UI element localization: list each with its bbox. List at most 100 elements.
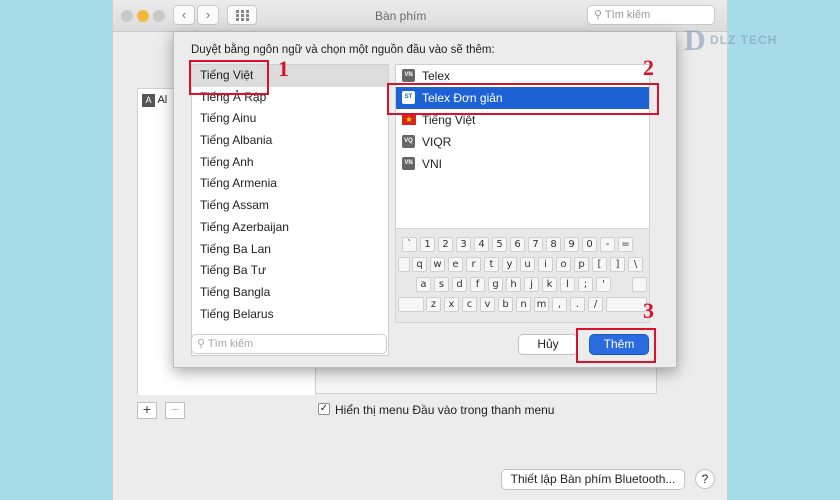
search-icon: ⚲ xyxy=(197,338,206,350)
vietnam-flag-icon: ★ xyxy=(402,114,416,125)
key: u xyxy=(520,257,535,272)
cancel-button[interactable]: Hủy xyxy=(518,334,578,355)
key: k xyxy=(542,277,557,292)
key: i xyxy=(538,257,553,272)
key: b xyxy=(498,297,513,312)
step1-marker: 1 xyxy=(278,56,289,81)
language-item[interactable]: Tiếng Ainu xyxy=(192,108,388,130)
key: 9 xyxy=(564,237,579,252)
key: 7 xyxy=(528,237,543,252)
key: e xyxy=(448,257,463,272)
input-source-label: VIQR xyxy=(422,135,452,149)
key: 8 xyxy=(546,237,561,252)
close-window-button[interactable] xyxy=(121,10,133,22)
step2-highlight xyxy=(387,83,659,115)
key: / xyxy=(588,297,603,312)
tab-key xyxy=(398,257,410,272)
viqr-icon: VQ xyxy=(402,135,415,148)
return-key xyxy=(632,277,647,292)
language-search-placeholder: Tìm kiếm xyxy=(207,338,254,350)
key: c xyxy=(462,297,477,312)
language-item[interactable]: Tiếng Belarus xyxy=(192,304,388,326)
language-item[interactable]: Tiếng Albania xyxy=(192,130,388,152)
language-item[interactable]: Tiếng Anh xyxy=(192,152,388,174)
help-button[interactable]: ? xyxy=(695,469,715,489)
key: q xyxy=(412,257,427,272)
key: x xyxy=(444,297,459,312)
language-item[interactable]: Tiếng Ba Lan xyxy=(192,239,388,261)
bluetooth-keyboard-button[interactable]: Thiết lập Bàn phím Bluetooth... xyxy=(501,469,685,490)
watermark-letter: D xyxy=(684,24,706,57)
key: s xyxy=(434,277,449,292)
dlz-tech-watermark: D DLZ TECH xyxy=(682,24,796,58)
key: n xyxy=(516,297,531,312)
key: v xyxy=(480,297,495,312)
key: \ xyxy=(628,257,643,272)
key: j xyxy=(524,277,539,292)
remove-source-button[interactable]: − xyxy=(165,402,185,419)
watermark-text: DLZ TECH xyxy=(710,33,778,47)
keyboard-preview: ` 1 2 3 4 5 6 7 8 9 0 - = q w e r t y u … xyxy=(395,228,650,323)
key: d xyxy=(452,277,467,292)
input-source-item[interactable]: VN VNI xyxy=(396,153,649,175)
key: 5 xyxy=(492,237,507,252)
window-search-field[interactable]: ⚲ Tìm kiếm xyxy=(587,5,715,25)
key: z xyxy=(426,297,441,312)
key: y xyxy=(502,257,517,272)
language-item[interactable]: Tiếng Ba Tư xyxy=(192,260,388,282)
add-source-button[interactable]: + xyxy=(137,402,157,419)
minimize-window-button[interactable] xyxy=(137,10,149,22)
telex-icon: VN xyxy=(402,69,415,82)
key: g xyxy=(488,277,503,292)
language-list[interactable]: Tiếng Việt Tiếng Ả Rập Tiếng Ainu Tiếng … xyxy=(191,64,389,356)
key: t xyxy=(484,257,499,272)
right-shift-key xyxy=(606,297,647,312)
vni-icon: VN xyxy=(402,157,415,170)
language-search-field[interactable]: ⚲ Tìm kiếm xyxy=(191,334,387,354)
key: m xyxy=(534,297,549,312)
key: 4 xyxy=(474,237,489,252)
key: l xyxy=(560,277,575,292)
key: p xyxy=(574,257,589,272)
window-search-placeholder: Tìm kiếm xyxy=(604,9,651,21)
step3-highlight xyxy=(576,328,656,363)
language-item[interactable]: Tiếng Bangla xyxy=(192,282,388,304)
key: 1 xyxy=(420,237,435,252)
step1-highlight xyxy=(189,60,269,95)
title-bar: ‹ › Bàn phím ⚲ Tìm kiếm xyxy=(113,0,727,32)
input-source-label: VNI xyxy=(422,157,443,171)
key: ] xyxy=(610,257,625,272)
window-title: Bàn phím xyxy=(375,9,427,23)
key: 6 xyxy=(510,237,525,252)
letter-a-icon: A xyxy=(142,94,155,107)
forward-button[interactable]: › xyxy=(197,5,219,25)
key: 2 xyxy=(438,237,453,252)
key: 0 xyxy=(582,237,597,252)
language-item[interactable]: Tiếng Armenia xyxy=(192,173,388,195)
panel-item-label: Al xyxy=(157,94,168,106)
key: o xyxy=(556,257,571,272)
step2-marker: 2 xyxy=(643,55,654,80)
left-shift-key xyxy=(398,297,424,312)
language-item[interactable]: Tiếng Azerbaijan xyxy=(192,217,388,239)
key: ' xyxy=(596,277,611,292)
show-input-menu-checkbox[interactable]: ✓ xyxy=(318,403,330,415)
sheet-prompt: Duyệt bằng ngôn ngữ và chọn một nguồn đầ… xyxy=(191,44,495,56)
key: r xyxy=(466,257,481,272)
list-item[interactable]: A Al xyxy=(142,94,167,107)
back-button[interactable]: ‹ xyxy=(173,5,195,25)
key: . xyxy=(570,297,585,312)
key: , xyxy=(552,297,567,312)
input-source-label: Telex xyxy=(422,69,451,83)
key: - xyxy=(600,237,615,252)
input-source-label: Tiếng Việt xyxy=(422,113,476,127)
input-source-item[interactable]: VQ VIQR xyxy=(396,131,649,153)
show-input-menu-label: Hiển thị menu Đầu vào trong thanh menu xyxy=(335,403,555,417)
step3-marker: 3 xyxy=(643,298,654,323)
show-all-grid-icon[interactable] xyxy=(227,5,257,25)
language-item[interactable]: Tiếng Assam xyxy=(192,195,388,217)
key: w xyxy=(430,257,445,272)
key: [ xyxy=(592,257,607,272)
key: ; xyxy=(578,277,593,292)
zoom-window-button[interactable] xyxy=(153,10,165,22)
